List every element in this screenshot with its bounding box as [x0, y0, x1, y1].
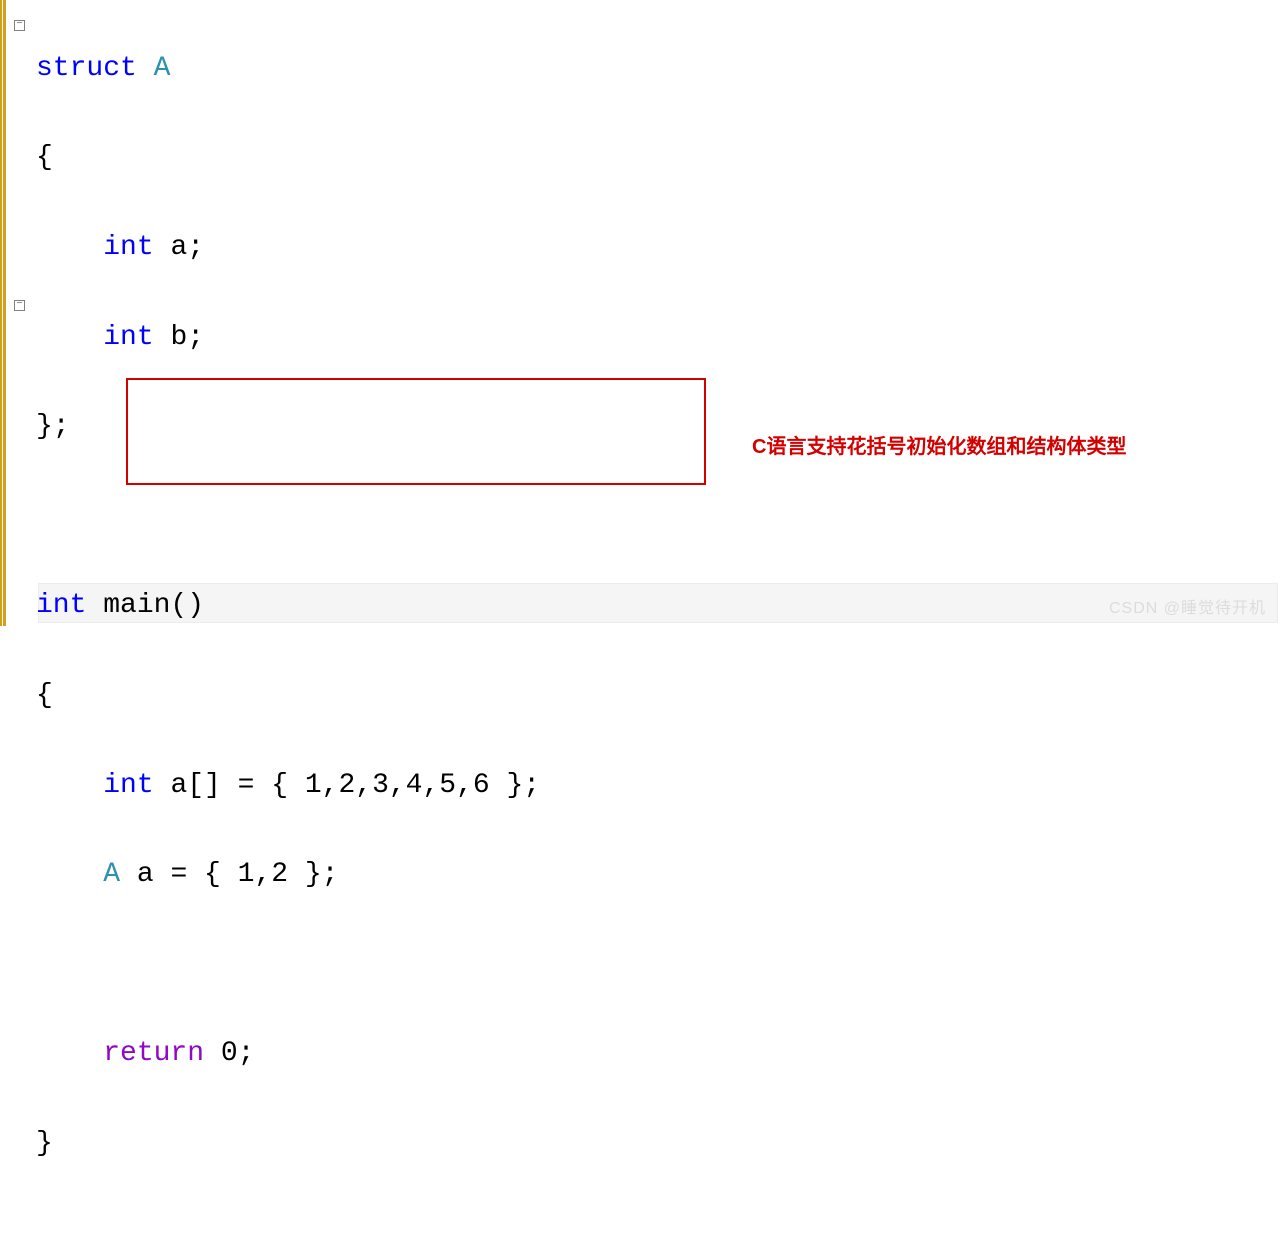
code-line: A a = { 1,2 };	[36, 853, 1284, 898]
code-editor: − − struct A { int a; int b; }; int main…	[0, 0, 1284, 626]
keyword-int: int	[36, 590, 86, 621]
keyword-return: return	[103, 1038, 204, 1069]
fold-toggle-2[interactable]: −	[14, 300, 25, 311]
type-name: A	[137, 53, 171, 84]
type-name: A	[103, 859, 120, 890]
code-line: int main()	[36, 584, 1284, 629]
annotation-text: C语言支持花括号初始化数组和结构体类型	[752, 430, 1126, 459]
keyword-int: int	[103, 232, 153, 263]
keyword-int: int	[103, 770, 153, 801]
keyword-struct: struct	[36, 53, 137, 84]
code-line	[36, 943, 1284, 988]
code-line: {	[36, 136, 1284, 181]
fold-toggle-1[interactable]: −	[14, 20, 25, 31]
code-line: }	[36, 1122, 1284, 1167]
code-line	[36, 495, 1284, 540]
code-line: return 0;	[36, 1032, 1284, 1077]
code-line: struct A	[36, 47, 1284, 92]
keyword-int: int	[103, 322, 153, 353]
code-area[interactable]: struct A { int a; int b; }; int main() {…	[36, 0, 1284, 626]
fold-gutter: − −	[6, 0, 36, 626]
code-line: int a;	[36, 226, 1284, 271]
code-line: int b;	[36, 316, 1284, 361]
code-line: int a[] = { 1,2,3,4,5,6 };	[36, 764, 1284, 809]
watermark-text: CSDN @睡觉待开机	[1109, 594, 1266, 618]
code-line: {	[36, 674, 1284, 719]
